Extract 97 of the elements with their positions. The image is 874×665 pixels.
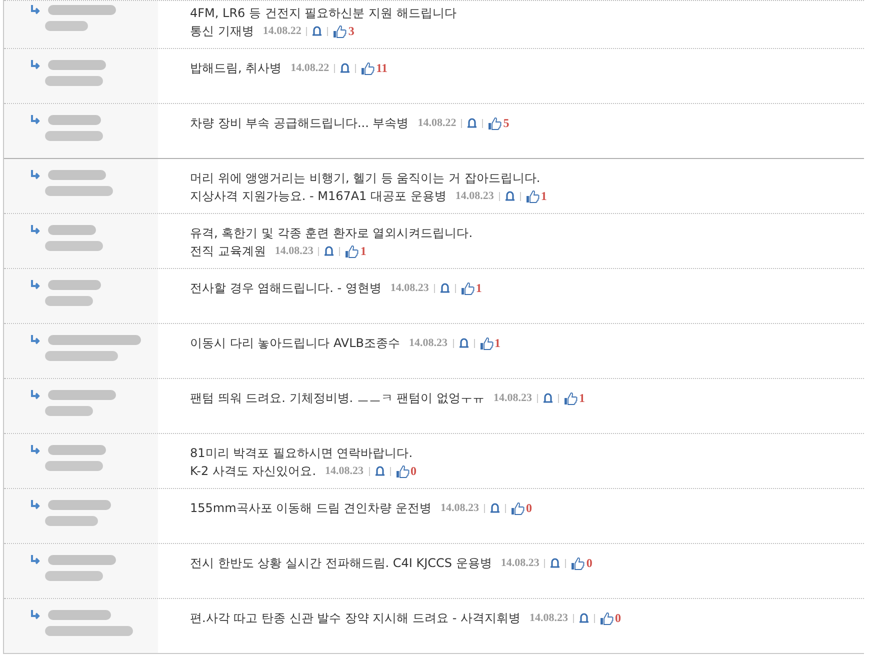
redaction-scribble — [47, 278, 102, 290]
redaction-scribble — [47, 58, 107, 70]
comment-text: 유격, 혹한기 및 각종 훈련 환자로 열외시켜드립니다. — [190, 224, 473, 242]
report-icon[interactable] — [324, 246, 334, 256]
report-icon[interactable] — [578, 613, 589, 623]
comment-date: 14.08.22 — [262, 25, 302, 37]
redaction-scribble — [44, 570, 104, 582]
reply-arrow-icon — [30, 610, 41, 620]
reply-arrow-icon — [30, 554, 41, 564]
comment-date: 14.08.23 — [440, 502, 480, 514]
comment-text: 전직 교육계원 — [190, 242, 266, 260]
redaction-scribble — [44, 75, 104, 87]
comment-date: 14.08.23 — [409, 337, 448, 349]
redaction-scribble — [44, 405, 94, 417]
like-count: 1 — [540, 188, 547, 204]
thumbs-up-icon[interactable] — [488, 116, 502, 130]
comment-text: 전사할 경우 염해드립니다. - 영현병 — [190, 280, 382, 296]
thumbs-up-icon[interactable] — [396, 464, 410, 478]
comment-date: 14.08.22 — [290, 62, 330, 74]
redaction-scribble — [44, 515, 99, 527]
comment-date: 14.08.22 — [418, 117, 456, 129]
reply-arrow-icon — [30, 4, 41, 14]
reply-arrow-icon — [30, 224, 41, 234]
redaction-scribble — [47, 498, 112, 510]
reply-arrow-icon — [30, 334, 41, 344]
redaction-scribble — [44, 20, 89, 32]
redaction-scribble — [44, 460, 104, 472]
report-icon[interactable] — [440, 283, 450, 293]
comment-date: 14.08.23 — [529, 612, 568, 624]
comment-text: 머리 위에 앵앵거리는 비행기, 헬기 등 움직이는 거 잡아드립니다. — [190, 170, 540, 186]
comment-date: 14.08.23 — [390, 282, 429, 294]
like-count: 0 — [614, 610, 621, 626]
redaction-scribble — [44, 130, 104, 142]
redaction-scribble — [47, 388, 117, 400]
redaction-scribble — [47, 224, 97, 236]
report-icon[interactable] — [458, 338, 469, 348]
thumbs-up-icon[interactable] — [526, 190, 540, 202]
report-icon[interactable] — [504, 191, 515, 201]
comment-text: 81미리 박격포 필요하시면 연락바랍니다. — [190, 444, 413, 462]
redaction-scribble — [47, 554, 117, 566]
comment-date: 14.08.23 — [325, 465, 364, 477]
thumbs-up-icon[interactable] — [345, 244, 360, 258]
comment-date: 14.08.23 — [455, 190, 494, 202]
comment-text: 밥해드림, 취사병 — [190, 60, 282, 76]
redaction-scribble — [47, 608, 112, 620]
comment-date: 14.08.23 — [500, 557, 540, 569]
thumbs-up-icon[interactable] — [460, 282, 475, 294]
like-count: 0 — [526, 500, 532, 516]
reply-arrow-icon — [30, 444, 41, 454]
reply-arrow-icon — [30, 500, 41, 510]
like-count: 0 — [586, 556, 592, 570]
thumbs-up-icon[interactable] — [361, 62, 376, 74]
redaction-scribble — [44, 295, 94, 307]
redaction-scribble — [44, 185, 114, 197]
reply-arrow-icon — [30, 280, 41, 290]
reply-arrow-icon — [30, 390, 41, 400]
comment-date: 14.08.23 — [494, 392, 532, 404]
report-icon[interactable] — [550, 558, 560, 568]
like-count: 11 — [376, 60, 388, 76]
thumbs-up-icon[interactable] — [600, 612, 614, 624]
report-icon[interactable] — [490, 503, 500, 513]
comment-text: 편.사각 따고 탄종 신관 발수 장약 지시해 드려요 - 사격지휘병 — [190, 610, 520, 626]
like-count: 1 — [579, 390, 586, 406]
report-icon[interactable] — [543, 393, 554, 403]
reply-arrow-icon — [30, 60, 41, 70]
redaction-scribble — [47, 114, 102, 126]
report-icon[interactable] — [340, 63, 350, 73]
comment-text: 지상사격 지원가능요. - M167A1 대공포 운용병 — [190, 188, 446, 204]
comment-text: 155mm곡사포 이동해 드림 견인차량 운전병 — [190, 500, 432, 516]
like-count: 1 — [476, 280, 482, 296]
thumbs-up-icon[interactable] — [480, 336, 494, 350]
thumbs-up-icon[interactable] — [564, 392, 578, 404]
report-icon[interactable] — [374, 466, 385, 476]
comment-text: 이동시 다리 놓아드립니다 AVLB조종수 — [190, 334, 400, 352]
comment-text: 전시 한반도 상황 실시간 전파해드림. C4I KJCCS 운용병 — [190, 554, 492, 572]
comment-text: K-2 사격도 자신있어요. — [190, 462, 316, 480]
redaction-scribble — [47, 168, 107, 180]
like-count: 0 — [410, 464, 417, 478]
like-count: 3 — [348, 24, 354, 38]
redaction-scribble — [47, 4, 117, 16]
like-count: 1 — [360, 244, 366, 258]
like-count: 5 — [503, 116, 510, 130]
comment-date: 14.08.23 — [274, 245, 314, 257]
comment-text: 통신 기재병 — [190, 22, 254, 40]
comment-text: 차량 장비 부속 공급해드립니다... 부속병 — [190, 114, 409, 132]
comment-text: 팬텀 띄워 드려요. 기체정비병. ㅡㅡㅋ 팬텀이 없엉ㅜㅠ — [190, 390, 485, 406]
report-icon[interactable] — [467, 118, 478, 128]
thumbs-up-icon[interactable] — [333, 24, 348, 38]
report-icon[interactable] — [312, 26, 322, 36]
reply-arrow-icon — [30, 170, 41, 180]
reply-arrow-icon — [30, 114, 41, 124]
redaction-scribble — [44, 240, 104, 252]
thumbs-up-icon[interactable] — [511, 502, 526, 514]
redaction-scribble — [47, 444, 107, 456]
comment-text: 4FM, LR6 등 건전지 필요하신분 지원 해드립니다 — [190, 4, 456, 22]
like-count: 1 — [494, 336, 501, 350]
thumbs-up-icon[interactable] — [571, 556, 586, 570]
